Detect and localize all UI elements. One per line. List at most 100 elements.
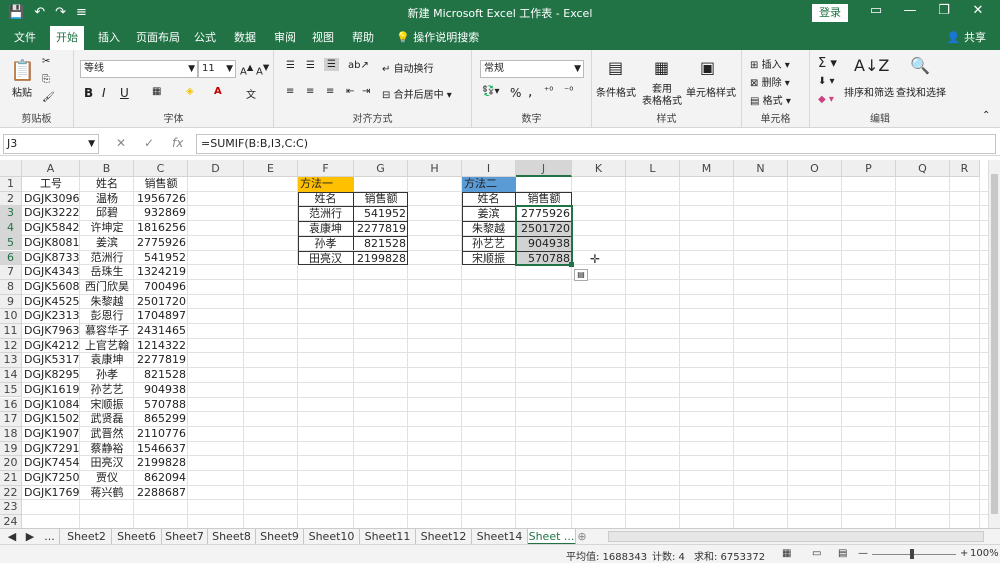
column-header-r[interactable]: R (950, 160, 980, 177)
cell-employee-name[interactable]: 西门欣昊 (80, 280, 134, 295)
row-header-7[interactable]: 7 (0, 265, 22, 280)
cell-employee-name[interactable]: 许坤定 (80, 221, 134, 236)
cell-employee-name[interactable]: 武贤磊 (80, 412, 134, 427)
page-layout-view-icon[interactable]: ▭ (812, 548, 821, 559)
cell-sales[interactable]: 1816256 (134, 221, 188, 236)
vertical-scrollbar[interactable] (988, 160, 1000, 528)
zoom-slider-handle[interactable] (910, 549, 914, 559)
cell-employee-id[interactable]: DGJK1907 (22, 427, 80, 442)
method2-cell-name[interactable]: 朱黎越 (462, 221, 516, 236)
tab-formulas[interactable]: 公式 (188, 26, 222, 50)
method1-title[interactable]: 方法一 (298, 177, 354, 192)
sheet-tab[interactable]: Sheet7 (162, 529, 208, 545)
align-right-icon[interactable]: ≡ (326, 86, 334, 97)
cell-sales[interactable]: 1214322 (134, 339, 188, 354)
cell-sales[interactable]: 1324219 (134, 265, 188, 280)
column-header-k[interactable]: K (572, 160, 626, 177)
row-header-23[interactable]: 23 (0, 500, 22, 516)
quick-analysis-icon[interactable]: ▤ (574, 269, 588, 282)
autosum-icon[interactable]: Σ ▾ (818, 56, 837, 71)
sort-filter-icon[interactable]: A↓Z (854, 56, 889, 75)
column-header-d[interactable]: D (188, 160, 244, 177)
row-header-10[interactable]: 10 (0, 309, 22, 324)
row-header-8[interactable]: 8 (0, 279, 22, 295)
cell-employee-id[interactable]: DGJK7963 (22, 324, 80, 339)
sort-filter-button[interactable]: 排序和筛选 (844, 84, 894, 99)
cell-sales[interactable]: 1546637 (134, 442, 188, 457)
cell-sales[interactable]: 2775926 (134, 236, 188, 251)
share-button[interactable]: 👤 共享 (947, 26, 986, 50)
cell-sales[interactable]: 570788 (134, 398, 188, 413)
tab-page-layout[interactable]: 页面布局 (130, 26, 186, 50)
cell-employee-id[interactable]: DGJK4525 (22, 295, 80, 310)
minimize-button[interactable]: — (900, 3, 920, 18)
cell-employee-name[interactable]: 温杨 (80, 192, 134, 207)
fill-icon[interactable]: ⬇ ▾ (818, 76, 835, 87)
formula-input[interactable]: =SUMIF(B:B,I3,C:C) (196, 134, 996, 154)
find-select-icon[interactable]: 🔍 (910, 56, 930, 75)
cell-employee-name[interactable]: 田亮汉 (80, 456, 134, 471)
cell-sales[interactable]: 2501720 (134, 295, 188, 310)
name-box[interactable]: J3 ▼ (3, 134, 99, 154)
row-header-9[interactable]: 9 (0, 294, 22, 310)
add-sheet-icon[interactable]: ⊕ (574, 529, 590, 545)
column-header-i[interactable]: I (462, 160, 516, 177)
method1-cell-sales[interactable]: 2199828 (354, 250, 408, 266)
phonetic-icon[interactable]: 文 (246, 86, 256, 101)
method2-cell-name[interactable]: 姜滨 (462, 206, 516, 222)
cell-employee-id[interactable]: DGJK4212 (22, 339, 80, 354)
zoom-out-icon[interactable]: — (858, 548, 868, 559)
cell-sales[interactable]: 2431465 (134, 324, 188, 339)
delete-cells-button[interactable]: ⊠ 删除 ▾ (750, 74, 790, 89)
wrap-text-button[interactable]: ↵ 自动换行 (382, 60, 434, 75)
format-table-icon[interactable]: ▦ (654, 58, 669, 77)
merge-center-button[interactable]: ⊟ 合并后居中 ▾ (382, 86, 452, 101)
column-header-m[interactable]: M (680, 160, 734, 177)
row-header-5[interactable]: 5 (0, 235, 22, 251)
decrease-decimal-icon[interactable]: ⁻⁰ (564, 86, 573, 97)
cell-employee-id[interactable]: DGJK8081 (22, 236, 80, 251)
column-header-g[interactable]: G (354, 160, 408, 177)
row-header-2[interactable]: 2 (0, 191, 22, 207)
zoom-slider[interactable] (872, 554, 956, 555)
method1-header-name[interactable]: 姓名 (298, 191, 354, 207)
find-select-button[interactable]: 查找和选择 (896, 84, 946, 99)
conditional-format-button[interactable]: 条件格式 (596, 84, 636, 99)
header-cell-id[interactable]: 工号 (22, 177, 80, 192)
border-icon[interactable]: ▦ (152, 86, 161, 97)
cell-employee-name[interactable]: 朱黎越 (80, 295, 134, 310)
method2-header-name[interactable]: 姓名 (462, 191, 516, 207)
header-cell-name[interactable]: 姓名 (80, 177, 134, 192)
method2-title[interactable]: 方法二 (462, 177, 516, 192)
sheet-tab[interactable]: Sheet ... (528, 529, 576, 545)
cell-employee-name[interactable]: 贾仪 (80, 471, 134, 486)
row-header-6[interactable]: 6 (0, 250, 22, 266)
method1-cell-name[interactable]: 袁康坤 (298, 221, 354, 236)
shrink-font-icon[interactable]: A▼ (256, 62, 269, 77)
align-bottom-icon[interactable]: ☰ (324, 58, 339, 71)
row-header-15[interactable]: 15 (0, 382, 22, 398)
cell-sales[interactable]: 862094 (134, 471, 188, 486)
row-header-3[interactable]: 3 (0, 206, 22, 222)
cell-employee-id[interactable]: DGJK7291 (22, 442, 80, 457)
font-name-select[interactable]: 等线 ▼ (80, 60, 198, 78)
insert-cells-button[interactable]: ⊞ 插入 ▾ (750, 56, 790, 71)
sheet-tab[interactable]: Sheet9 (256, 529, 304, 545)
underline-button[interactable]: U (120, 86, 129, 100)
ribbon-display-icon[interactable]: ▭ (866, 3, 886, 18)
sheet-tab[interactable]: Sheet12 (416, 529, 472, 545)
row-header-20[interactable]: 20 (0, 456, 22, 471)
cell-sales[interactable]: 932869 (134, 206, 188, 221)
method1-cell-name[interactable]: 孙孝 (298, 235, 354, 251)
cell-employee-id[interactable]: DGJK1084 (22, 398, 80, 413)
column-header-n[interactable]: N (734, 160, 788, 177)
cell-employee-id[interactable]: DGJK1502 (22, 412, 80, 427)
sheet-tab[interactable]: Sheet11 (360, 529, 416, 545)
indent-increase-icon[interactable]: ⇥ (362, 86, 370, 97)
column-header-c[interactable]: C (134, 160, 188, 177)
conditional-format-icon[interactable]: ▤ (608, 58, 623, 77)
cell-employee-id[interactable]: DGJK3096 (22, 192, 80, 207)
cell-employee-id[interactable]: DGJK8295 (22, 368, 80, 383)
tab-review[interactable]: 审阅 (268, 26, 302, 50)
cell-employee-name[interactable]: 彭恩行 (80, 309, 134, 324)
